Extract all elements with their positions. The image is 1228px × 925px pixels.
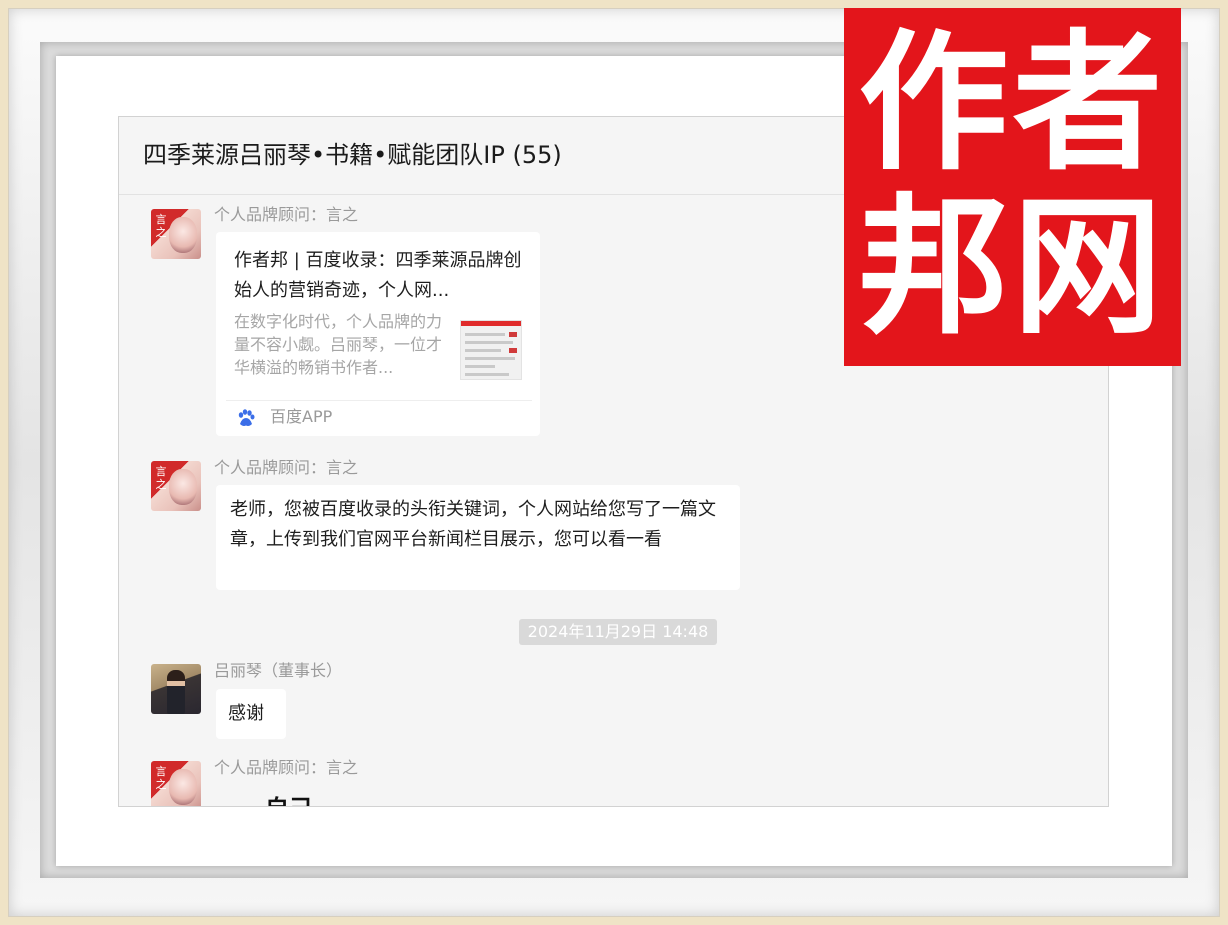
message-bubble[interactable]: 感谢 — [216, 689, 286, 739]
message-bubble[interactable]: 老师，您被百度收录的头衔关键词，个人网站给您写了一篇文章，上传到我们官网平台新闻… — [216, 485, 740, 590]
zuozhebang-watermark-logo: 作者 邦网 — [844, 8, 1181, 366]
timestamp-badge: 2024年11月29日 14:48 — [519, 619, 717, 645]
card-source: 百度APP — [270, 407, 333, 426]
watermark-line-1: 作者 — [858, 17, 1167, 191]
baidu-paw-icon — [238, 409, 255, 426]
card-thumbnail — [460, 320, 522, 380]
watermark-line-2: 邦网 — [858, 181, 1167, 355]
card-title: 作者邦 | 百度收录：四季莱源品牌创始人的营销奇迹，个人网... — [234, 250, 522, 301]
avatar-portrait — [169, 469, 197, 505]
avatar-portrait — [169, 769, 197, 805]
avatar[interactable] — [151, 664, 201, 714]
avatar-seal-text: 言之 — [155, 765, 167, 791]
avatar-portrait — [169, 217, 197, 253]
avatar-portrait — [167, 670, 185, 714]
sender-name: 个人品牌顾问：言之 — [214, 458, 359, 477]
sender-name: 个人品牌顾问：言之 — [214, 205, 359, 224]
chat-title: 四季莱源吕丽琴•书籍•赋能团队IP (55) — [143, 141, 562, 169]
sender-name: 吕丽琴（董事长） — [214, 661, 343, 680]
avatar[interactable]: 言之 — [151, 461, 201, 511]
avatar[interactable]: 言之 — [151, 209, 201, 259]
avatar-seal-text: 言之 — [155, 213, 167, 239]
avatar-seal-text: 言之 — [155, 465, 167, 491]
card-description: 在数字化时代，个人品牌的力量不容小觑。吕丽琴，一位才华横溢的畅销书作者... — [234, 312, 443, 377]
sender-name: 个人品牌顾问：言之 — [214, 758, 359, 777]
link-card[interactable]: 作者邦 | 百度收录：四季莱源品牌创始人的营销奇迹，个人网... 在数字化时代，… — [216, 232, 540, 436]
message-partial-text: 自己 — [265, 789, 313, 806]
card-divider — [226, 400, 532, 401]
avatar[interactable]: 言之 — [151, 761, 201, 806]
